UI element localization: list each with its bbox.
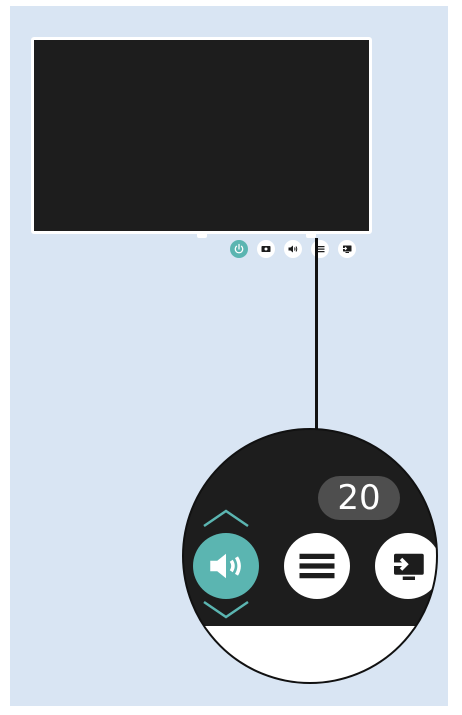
power-icon xyxy=(234,243,244,254)
tv-power-button[interactable] xyxy=(230,240,248,258)
tv-input-button[interactable] xyxy=(338,240,356,258)
tv-screen xyxy=(31,37,372,258)
chevron-down-icon xyxy=(203,600,249,619)
menu-button[interactable] xyxy=(284,533,350,599)
volume-button[interactable] xyxy=(193,533,259,599)
volume-up-arrow[interactable] xyxy=(202,508,250,528)
tv-bottom-edge xyxy=(184,626,436,682)
chevron-up-icon xyxy=(203,509,249,528)
source-icon xyxy=(261,246,271,252)
volume-down-arrow[interactable] xyxy=(202,600,250,620)
tv-menu-button[interactable] xyxy=(311,240,329,258)
menu-icon xyxy=(299,553,335,579)
zoomed-controls: 20 xyxy=(182,428,438,684)
tv-volume-button[interactable] xyxy=(284,240,302,258)
callout-line xyxy=(315,238,318,433)
volume-icon xyxy=(288,245,298,253)
input-icon xyxy=(342,245,352,253)
tv-stand-left xyxy=(197,234,207,238)
volume-icon xyxy=(210,553,241,579)
volume-level: 20 xyxy=(318,476,400,520)
input-icon xyxy=(390,553,424,580)
tv-source-button[interactable] xyxy=(257,240,275,258)
input-button[interactable] xyxy=(375,533,436,599)
